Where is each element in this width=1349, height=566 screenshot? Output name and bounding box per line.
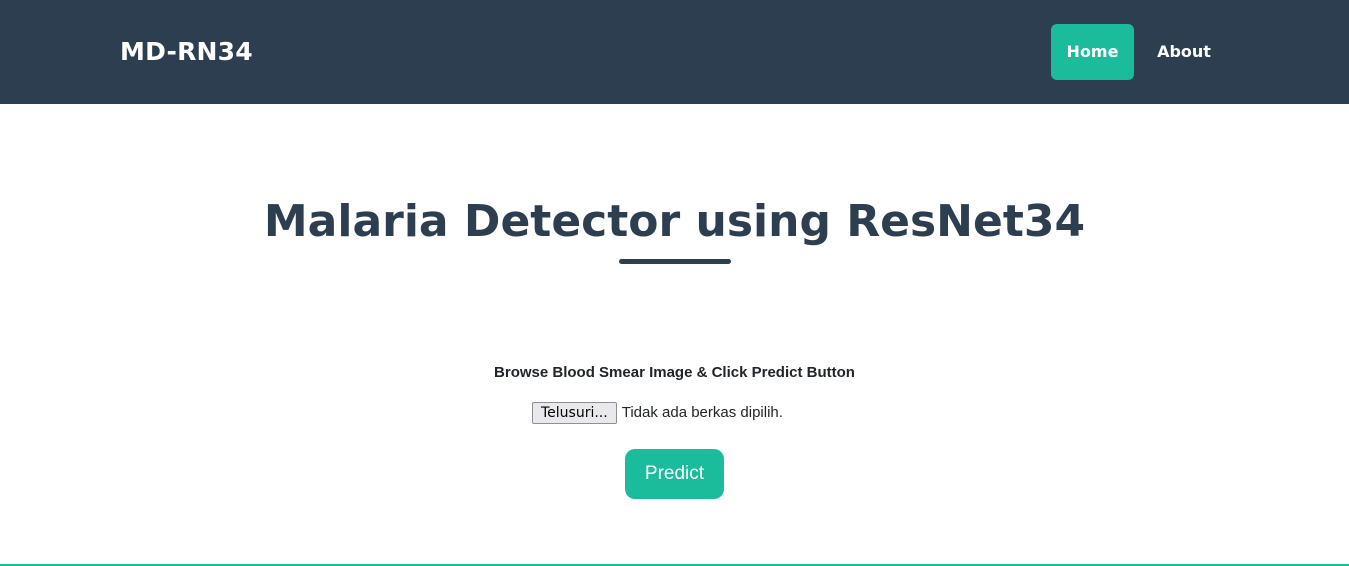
upload-instruction: Browse Blood Smear Image & Click Predict… [494, 364, 855, 381]
predict-button[interactable]: Predict [625, 449, 724, 499]
browse-button[interactable]: Telusuri... [532, 402, 617, 424]
brand-logo[interactable]: MD-RN34 [120, 36, 253, 68]
navbar: MD-RN34 Home About [0, 0, 1349, 104]
nav-item-home[interactable]: Home [1051, 24, 1134, 80]
nav-item-about[interactable]: About [1144, 24, 1224, 80]
file-status-text: Tidak ada berkas dipilih. [621, 404, 783, 421]
title-divider [619, 259, 731, 264]
page-title: Malaria Detector using ResNet34 [263, 196, 1086, 247]
file-input[interactable]: Telusuri... Tidak ada berkas dipilih. [532, 402, 783, 424]
